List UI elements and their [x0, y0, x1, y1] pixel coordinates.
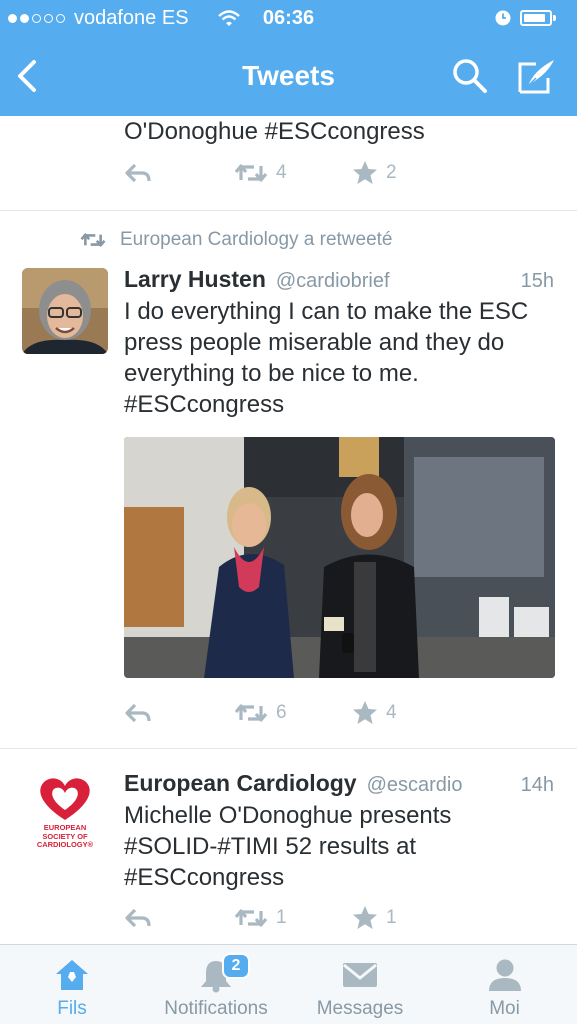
star-icon	[353, 701, 377, 724]
tab-label: Notifications	[164, 998, 268, 1019]
retweet-context-text: European Cardiology a retweeté	[120, 229, 393, 250]
notification-badge: 2	[222, 953, 250, 979]
tab-bar: Fils Notifications 2 Messages Moi	[0, 944, 577, 1024]
tweet-photo-image	[124, 437, 555, 678]
reply-icon	[125, 163, 151, 182]
tweet-text: Michelle O'Donoghue presents #SOLID-#TIM…	[124, 802, 452, 891]
favorite-count: 2	[386, 161, 397, 183]
tab-me[interactable]: Moi	[432, 945, 577, 1024]
tweet-time: 14h	[520, 774, 554, 796]
retweet-button[interactable]: 4	[234, 162, 352, 184]
tweet-header: European Cardiology @escardio 14h	[124, 770, 554, 797]
favorite-button[interactable]: 4	[352, 700, 397, 725]
user-handle[interactable]: @escardio	[367, 774, 463, 797]
reply-button[interactable]	[124, 907, 234, 929]
compose-icon[interactable]	[514, 56, 558, 96]
retweet-count: 6	[276, 701, 287, 723]
tab-label: Messages	[316, 998, 404, 1019]
retweet-context: European Cardiology a retweeté	[80, 229, 393, 251]
tweet-actions: 1 1	[124, 905, 397, 930]
tab-notifications[interactable]: Notifications	[144, 945, 288, 1024]
tweet-time: 15h	[520, 270, 554, 292]
esc-logo-text: EUROPEAN SOCIETY OF CARDIOLOGY®	[36, 823, 94, 849]
star-icon	[353, 161, 377, 184]
status-bar: vodafone ES 06:36	[0, 0, 577, 38]
divider	[0, 210, 577, 211]
battery-icon	[520, 10, 552, 26]
tab-messages[interactable]: Messages	[288, 945, 432, 1024]
alarm-icon	[495, 10, 511, 26]
tweet-actions: 4 2	[124, 160, 397, 185]
tab-home[interactable]: Fils	[0, 945, 144, 1024]
reply-icon	[125, 703, 151, 722]
tab-label: Moi	[489, 998, 520, 1019]
favorite-button[interactable]: 1	[352, 905, 397, 930]
tweet-photo[interactable]	[124, 437, 555, 678]
tweet-text: I do everything I can to make the ESC pr…	[124, 298, 529, 418]
divider	[0, 748, 577, 749]
user-name[interactable]: European Cardiology	[124, 770, 357, 797]
tweet-text: O'Donoghue #ESCcongress	[124, 118, 425, 145]
home-icon	[56, 960, 88, 990]
top-bar: vodafone ES 06:36 Tweets	[0, 0, 577, 116]
retweet-icon	[234, 703, 268, 722]
envelope-icon	[343, 963, 377, 987]
reply-button[interactable]	[124, 702, 234, 724]
favorite-button[interactable]: 2	[352, 160, 397, 185]
retweet-icon	[234, 163, 268, 182]
retweet-small-icon	[80, 233, 106, 247]
avatar[interactable]: EUROPEAN SOCIETY OF CARDIOLOGY®	[22, 768, 108, 854]
nav-bar: Tweets	[0, 38, 577, 116]
retweet-count: 1	[276, 906, 287, 928]
retweet-count: 4	[276, 161, 287, 183]
tweet-header: Larry Husten @cardiobrief 15h	[124, 266, 554, 293]
favorite-count: 4	[386, 701, 397, 723]
avatar-photo	[22, 268, 108, 354]
retweet-icon	[234, 908, 268, 927]
user-name[interactable]: Larry Husten	[124, 266, 266, 293]
star-icon	[353, 906, 377, 929]
search-icon[interactable]	[450, 56, 490, 96]
avatar[interactable]	[22, 268, 108, 354]
battery-tip	[553, 15, 556, 21]
reply-button[interactable]	[124, 162, 234, 184]
retweet-button[interactable]: 1	[234, 907, 352, 929]
tweet-actions: 6 4	[124, 700, 397, 725]
retweet-button[interactable]: 6	[234, 702, 352, 724]
person-icon	[488, 959, 521, 991]
battery-level	[524, 14, 545, 22]
user-handle[interactable]: @cardiobrief	[276, 270, 390, 293]
status-time: 06:36	[262, 7, 315, 29]
reply-icon	[125, 908, 151, 927]
page-title: Tweets	[242, 60, 335, 91]
tab-label: Fils	[57, 998, 87, 1019]
favorite-count: 1	[386, 906, 397, 928]
